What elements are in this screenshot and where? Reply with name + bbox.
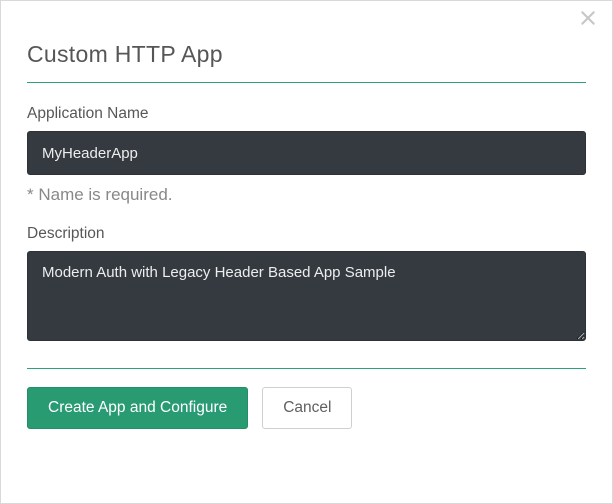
close-icon[interactable] (576, 9, 600, 33)
button-row: Create App and Configure Cancel (27, 387, 586, 429)
app-name-label: Application Name (27, 105, 586, 123)
app-name-input[interactable] (27, 131, 586, 175)
custom-http-app-modal: Custom HTTP App Application Name * Name … (0, 0, 613, 504)
divider-top (27, 82, 586, 83)
app-name-hint: * Name is required. (27, 185, 586, 205)
cancel-button[interactable]: Cancel (262, 387, 352, 429)
description-textarea[interactable]: Modern Auth with Legacy Header Based App… (27, 251, 586, 341)
modal-title: Custom HTTP App (27, 41, 586, 68)
create-app-button[interactable]: Create App and Configure (27, 387, 248, 429)
description-label: Description (27, 225, 586, 243)
divider-bottom (27, 368, 586, 369)
